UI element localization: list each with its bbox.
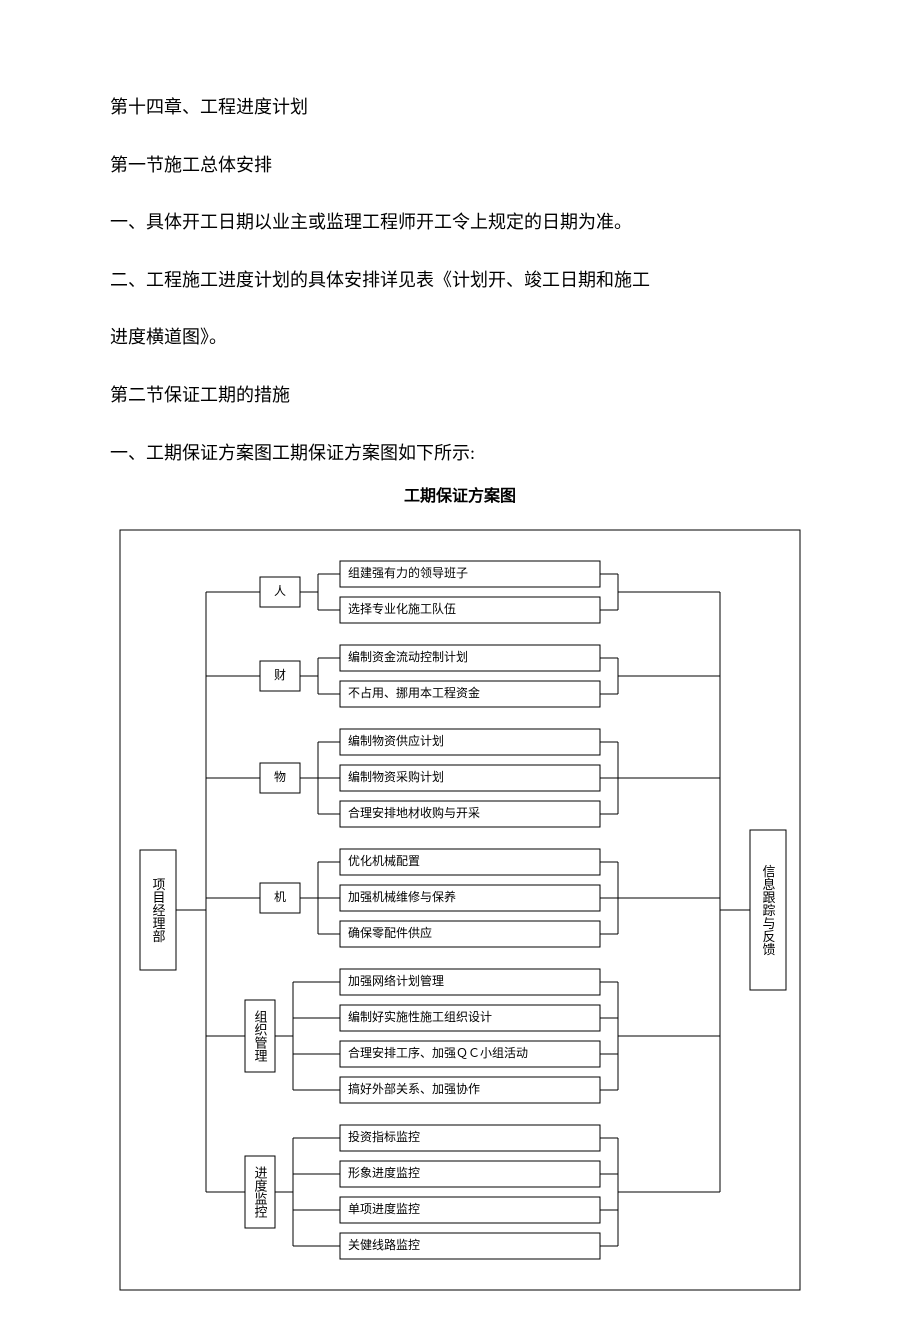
svg-text:不占用、挪用本工程资金: 不占用、挪用本工程资金 (348, 685, 480, 700)
heading-section-2: 第二节保证工期的措施 (110, 376, 810, 416)
svg-text:确保零配件供应: 确保零配件供应 (348, 925, 432, 940)
svg-text:合理安排地材收购与开采: 合理安排地材收购与开采 (348, 805, 480, 820)
diagram-title: 工期保证方案图 (110, 479, 810, 514)
svg-text:项目经理部: 项目经理部 (151, 878, 166, 943)
svg-text:编制好实施性施工组织设计: 编制好实施性施工组织设计 (348, 1009, 492, 1024)
paragraph-1: 一、具体开工日期以业主或监理工程师开工令上规定的日期为准。 (110, 203, 810, 243)
svg-text:物: 物 (274, 770, 286, 784)
svg-text:进度监控: 进度监控 (253, 1166, 268, 1218)
svg-text:机: 机 (274, 890, 286, 904)
heading-section-1: 第一节施工总体安排 (110, 146, 810, 186)
svg-text:单项进度监控: 单项进度监控 (348, 1201, 420, 1216)
svg-text:投资指标监控: 投资指标监控 (348, 1129, 420, 1144)
svg-text:加强网络计划管理: 加强网络计划管理 (348, 973, 444, 988)
svg-text:人: 人 (274, 584, 286, 598)
paragraph-2a: 二、工程施工进度计划的具体安排详见表《计划开、竣工日期和施工 (110, 261, 810, 301)
svg-text:编制物资供应计划: 编制物资供应计划 (348, 733, 444, 748)
schedule-guarantee-diagram: 项目经理部 信息跟踪与反馈 人 组建强有力的领导班子选择专业化施工队伍财 编制资金流动控… (110, 520, 810, 1300)
svg-text:选择专业化施工队伍: 选择专业化施工队伍 (348, 601, 456, 616)
paragraph-3: 一、工期保证方案图工期保证方案图如下所示: (110, 434, 810, 474)
svg-text:编制资金流动控制计划: 编制资金流动控制计划 (348, 649, 468, 664)
svg-text:组织管理: 组织管理 (253, 1010, 268, 1062)
svg-text:优化机械配置: 优化机械配置 (348, 853, 420, 868)
svg-text:信息跟踪与反馈: 信息跟踪与反馈 (761, 865, 776, 956)
svg-text:关健线路监控: 关健线路监控 (348, 1237, 420, 1252)
svg-text:财: 财 (274, 668, 286, 682)
svg-text:编制物资采购计划: 编制物资采购计划 (348, 769, 444, 784)
svg-text:合理安排工序、加强ＱＣ小组活动: 合理安排工序、加强ＱＣ小组活动 (348, 1045, 528, 1060)
paragraph-2b: 进度横道图》。 (110, 318, 810, 358)
svg-text:形象进度监控: 形象进度监控 (348, 1165, 420, 1180)
svg-text:组建强有力的领导班子: 组建强有力的领导班子 (348, 565, 468, 580)
svg-text:加强机械维修与保养: 加强机械维修与保养 (348, 889, 456, 904)
svg-text:搞好外部关系、加强协作: 搞好外部关系、加强协作 (348, 1081, 480, 1096)
heading-chapter: 第十四章、工程进度计划 (110, 88, 810, 128)
